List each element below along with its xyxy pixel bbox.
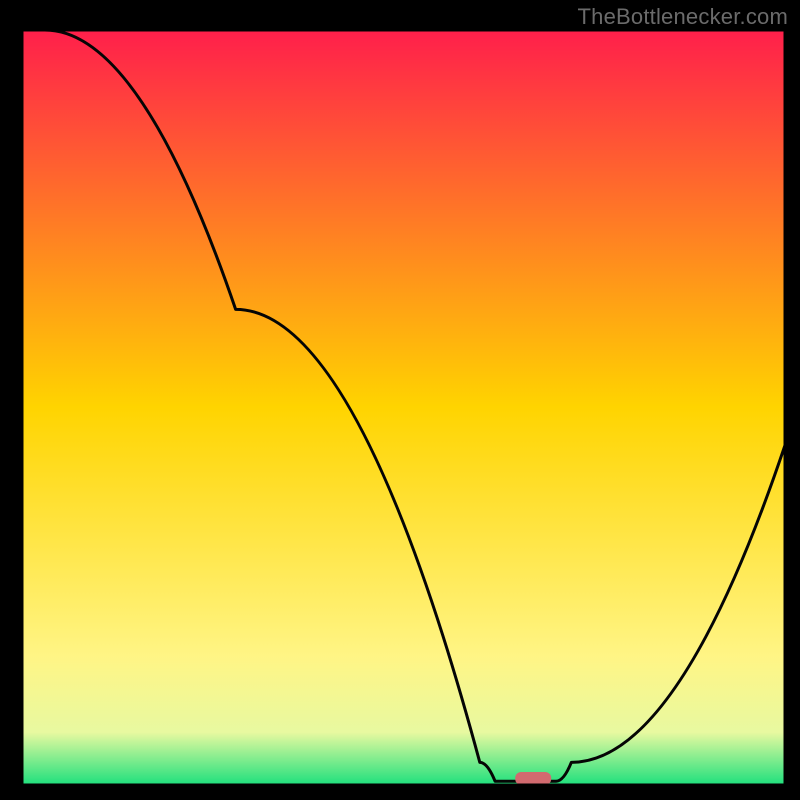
gradient-background — [22, 30, 785, 785]
bottleneck-chart — [0, 0, 800, 800]
watermark-label: TheBottlenecker.com — [578, 4, 788, 30]
chart-stage: TheBottlenecker.com — [0, 0, 800, 800]
optimal-marker — [515, 772, 551, 785]
